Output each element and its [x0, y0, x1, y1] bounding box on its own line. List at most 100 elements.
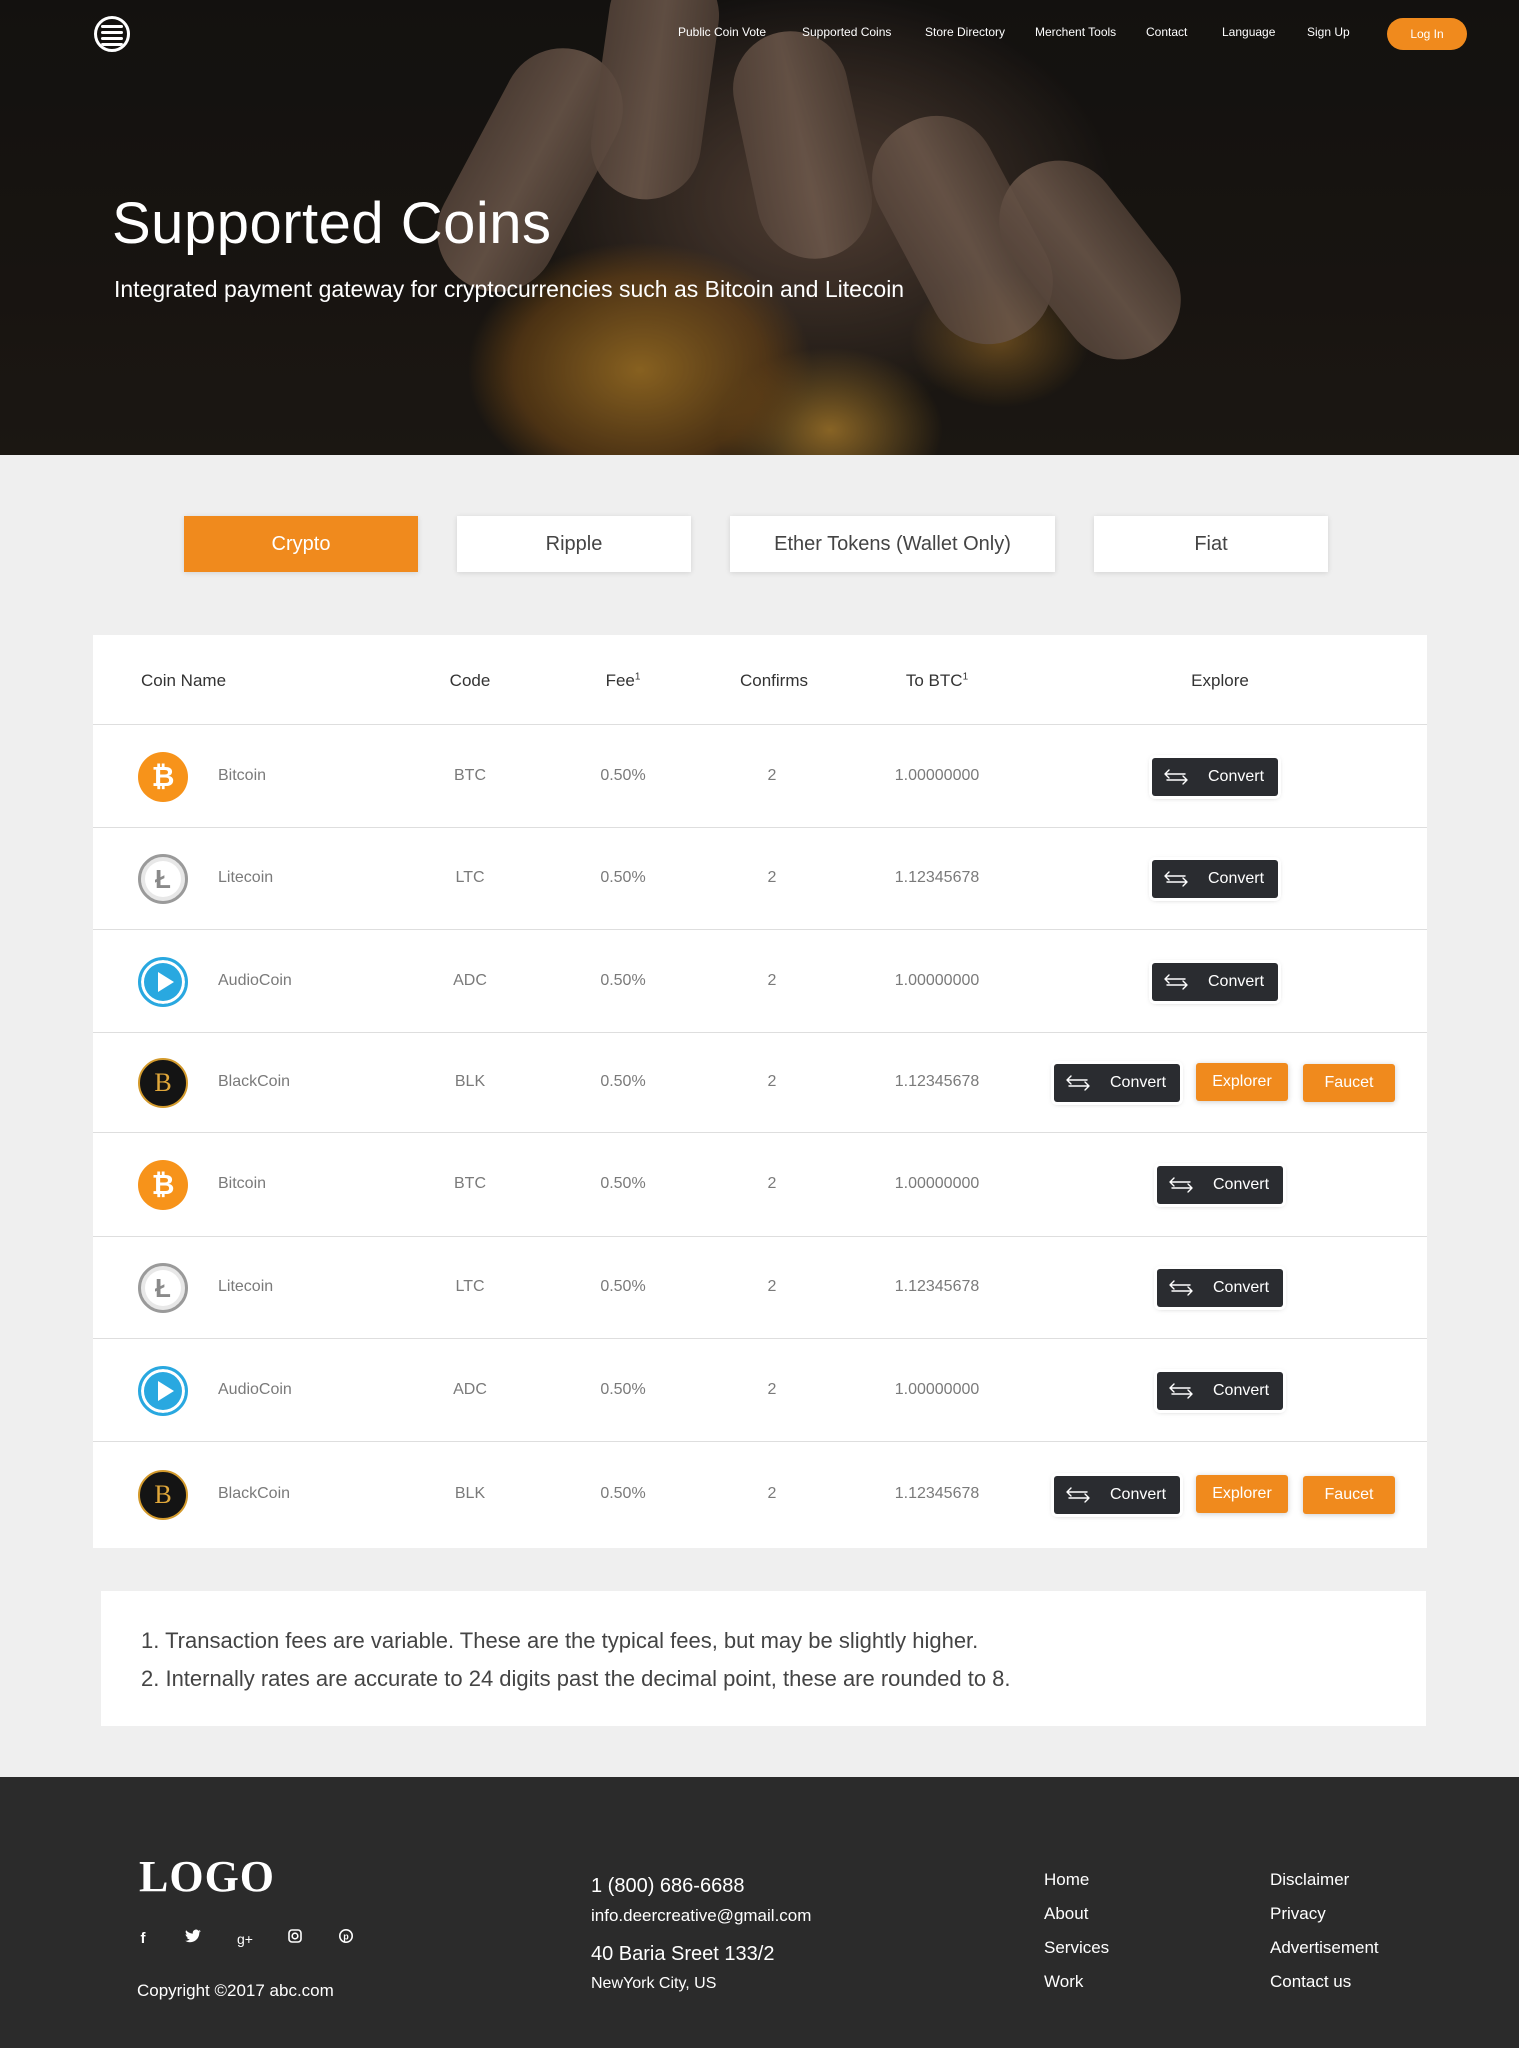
coin-name: Bitcoin — [218, 767, 267, 784]
footer-link-about[interactable]: About — [1044, 1904, 1088, 1924]
convert-label: Convert — [1213, 1176, 1270, 1193]
convert-label: Convert — [1208, 870, 1265, 887]
table-row: B BlackCoin BLK 0.50% 2 1.12345678 Convert Expl… — [93, 1442, 1427, 1548]
page-subtitle: Integrated payment gateway for cryptocur… — [114, 276, 905, 302]
page-title: Supported Coins — [112, 191, 552, 256]
table-row: ₿ Bitcoin BTC 0.50% 2 1.00000000 Convert — [93, 725, 1427, 828]
header-to-btc-footnote: 1 — [962, 671, 969, 683]
coin-confirms: 2 — [767, 1073, 777, 1090]
convert-arrows-icon — [1066, 1487, 1090, 1503]
convert-button[interactable]: Convert — [1152, 963, 1278, 1001]
table-row: ₿ Bitcoin BTC 0.50% 2 1.00000000 Convert — [93, 1133, 1427, 1237]
tab-ripple[interactable]: Ripple — [457, 516, 691, 572]
footer-link-services[interactable]: Services — [1044, 1938, 1109, 1958]
convert-arrows-icon — [1164, 871, 1188, 887]
convert-label: Convert — [1208, 973, 1265, 990]
convert-arrows-icon — [1169, 1177, 1193, 1193]
footer-email[interactable]: info.deercreative@gmail.com — [591, 1906, 811, 1926]
facebook-icon[interactable]: f — [133, 1929, 153, 1949]
coin-confirms: 2 — [767, 1381, 777, 1398]
coin-name: Bitcoin — [218, 1175, 267, 1192]
convert-arrows-icon — [1169, 1383, 1193, 1399]
svg-text:p: p — [343, 1932, 349, 1942]
blackcoin-icon: B — [138, 1470, 188, 1520]
tab-crypto[interactable]: Crypto — [184, 516, 418, 572]
table-row: B BlackCoin BLK 0.50% 2 1.12345678 Convert Expl… — [93, 1033, 1427, 1133]
pinterest-icon[interactable]: p — [336, 1929, 356, 1949]
coin-code: LTC — [455, 869, 485, 886]
main-nav: Public Coin Vote Supported Coins Store D… — [0, 25, 1519, 45]
header-confirms: Confirms — [739, 671, 809, 690]
nav-sign-up[interactable]: Sign Up — [1307, 25, 1350, 39]
faucet-button[interactable]: Faucet — [1303, 1064, 1395, 1102]
coin-to-btc: 1.00000000 — [894, 972, 980, 989]
coin-fee: 0.50% — [600, 1485, 646, 1502]
convert-arrows-icon — [1169, 1280, 1193, 1296]
audiocoin-icon — [138, 957, 188, 1007]
convert-arrows-icon — [1066, 1075, 1090, 1091]
table-row: AudioCoin ADC 0.50% 2 1.00000000 Convert — [93, 930, 1427, 1033]
blackcoin-icon: B — [138, 1058, 188, 1108]
copyright: Copyright ©2017 abc.com — [137, 1981, 334, 2000]
convert-label: Convert — [1213, 1382, 1270, 1399]
convert-button[interactable]: Convert — [1054, 1064, 1180, 1102]
footer-address-line2: NewYork City, US — [591, 1975, 717, 1992]
coin-name: BlackCoin — [218, 1485, 291, 1502]
instagram-icon[interactable] — [285, 1929, 305, 1949]
footer-link-privacy[interactable]: Privacy — [1270, 1904, 1326, 1924]
footer-link-disclaimer[interactable]: Disclaimer — [1270, 1870, 1349, 1890]
table-row: Ł Litecoin LTC 0.50% 2 1.12345678 Convert — [93, 828, 1427, 930]
coin-code: ADC — [453, 972, 487, 989]
convert-button[interactable]: Convert — [1152, 860, 1278, 898]
coin-code: BTC — [454, 1175, 486, 1192]
convert-button[interactable]: Convert — [1157, 1372, 1283, 1410]
footer-link-advertisement[interactable]: Advertisement — [1270, 1938, 1379, 1958]
tab-ether-tokens[interactable]: Ether Tokens (Wallet Only) — [730, 516, 1055, 572]
header-to-btc: To BTC1 — [906, 671, 968, 691]
nav-store-directory[interactable]: Store Directory — [925, 25, 1005, 39]
coin-confirms: 2 — [767, 1485, 777, 1502]
convert-button[interactable]: Convert — [1152, 758, 1278, 796]
coin-name: Litecoin — [218, 869, 274, 886]
convert-button[interactable]: Convert — [1157, 1269, 1283, 1307]
litecoin-icon: Ł — [138, 1263, 188, 1313]
header-code: Code — [449, 671, 491, 690]
footer-logo[interactable]: LOGO — [139, 1851, 275, 1902]
header-explore: Explore — [1191, 671, 1249, 690]
coin-fee: 0.50% — [600, 1175, 646, 1192]
footer-link-contact-us[interactable]: Contact us — [1270, 1972, 1351, 1992]
faucet-button[interactable]: Faucet — [1303, 1476, 1395, 1514]
login-button[interactable]: Log In — [1387, 18, 1467, 50]
coin-code: BLK — [454, 1485, 486, 1502]
coin-to-btc: 1.12345678 — [894, 1073, 980, 1090]
footer-link-work[interactable]: Work — [1044, 1972, 1083, 1992]
twitter-icon[interactable] — [183, 1929, 203, 1949]
nav-public-coin-vote[interactable]: Public Coin Vote — [678, 25, 766, 39]
table-header: Coin Name Code Fee1 Confirms To BTC1 Exp… — [93, 635, 1427, 725]
coin-name: AudioCoin — [218, 972, 292, 989]
nav-contact[interactable]: Contact — [1146, 25, 1187, 39]
convert-label: Convert — [1213, 1279, 1270, 1296]
nav-language[interactable]: Language — [1222, 25, 1275, 39]
convert-button[interactable]: Convert — [1054, 1476, 1180, 1514]
footnote-2: 2. Internally rates are accurate to 24 d… — [141, 1666, 1011, 1691]
explorer-button[interactable]: Explorer — [1196, 1475, 1288, 1513]
coin-fee: 0.50% — [600, 1381, 646, 1398]
coin-fee: 0.50% — [600, 869, 646, 886]
coin-to-btc: 1.00000000 — [894, 767, 980, 784]
table-row: Ł Litecoin LTC 0.50% 2 1.12345678 Convert — [93, 1237, 1427, 1339]
coin-code: LTC — [455, 1278, 485, 1295]
footer-link-home[interactable]: Home — [1044, 1870, 1089, 1890]
coin-name: BlackCoin — [218, 1073, 291, 1090]
footer-phone[interactable]: 1 (800) 686-6688 — [591, 1875, 744, 1898]
nav-merchant-tools[interactable]: Merchent Tools — [1035, 25, 1116, 39]
convert-arrows-icon — [1164, 974, 1188, 990]
nav-supported-coins[interactable]: Supported Coins — [802, 25, 891, 39]
explorer-button[interactable]: Explorer — [1196, 1063, 1288, 1101]
footnote-1: 1. Transaction fees are variable. These … — [141, 1628, 979, 1653]
coin-confirms: 2 — [767, 972, 777, 989]
coin-to-btc: 1.12345678 — [894, 1278, 980, 1295]
tab-fiat[interactable]: Fiat — [1094, 516, 1328, 572]
convert-button[interactable]: Convert — [1157, 1166, 1283, 1204]
google-plus-icon[interactable]: g+ — [235, 1929, 255, 1949]
